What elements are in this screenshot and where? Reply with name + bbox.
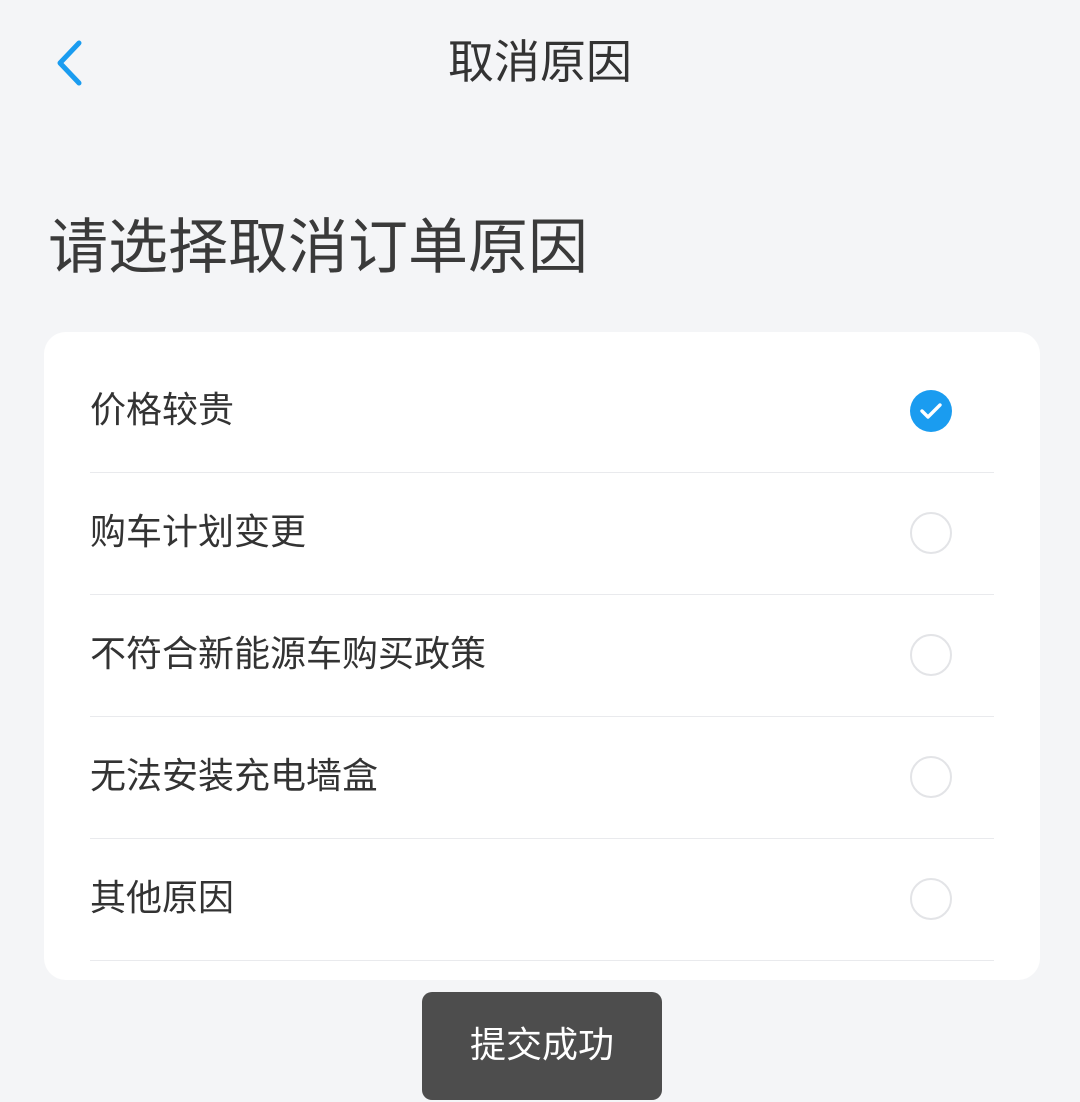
chevron-left-icon xyxy=(57,40,82,86)
radio-checked-icon[interactable] xyxy=(910,390,952,432)
reason-label: 价格较贵 xyxy=(90,390,235,431)
radio-unchecked-icon[interactable] xyxy=(910,634,952,676)
page-title: 取消原因 xyxy=(448,35,632,89)
reason-option-other[interactable]: 其他原因 xyxy=(90,838,994,961)
reason-label: 购车计划变更 xyxy=(90,512,307,553)
reason-label: 其他原因 xyxy=(90,878,235,919)
reason-option-charger[interactable]: 无法安装充电墙盒 xyxy=(90,716,994,839)
reason-label: 不符合新能源车购买政策 xyxy=(90,634,487,675)
toast-message: 提交成功 xyxy=(422,992,662,1100)
reason-option-price[interactable]: 价格较贵 xyxy=(90,350,994,473)
reason-label: 无法安装充电墙盒 xyxy=(90,756,379,797)
radio-unchecked-icon[interactable] xyxy=(910,512,952,554)
section-heading: 请选择取消订单原因 xyxy=(48,213,588,283)
reason-list: 价格较贵 购车计划变更 不符合新能源车购买政策 无法安装充电墙盒 其他原因 xyxy=(44,332,1040,980)
reason-option-policy[interactable]: 不符合新能源车购买政策 xyxy=(90,594,994,717)
radio-unchecked-icon[interactable] xyxy=(910,756,952,798)
reason-option-plan-change[interactable]: 购车计划变更 xyxy=(90,472,994,595)
nav-bar: 取消原因 xyxy=(0,0,1080,124)
back-button[interactable] xyxy=(40,30,100,96)
radio-unchecked-icon[interactable] xyxy=(910,878,952,920)
